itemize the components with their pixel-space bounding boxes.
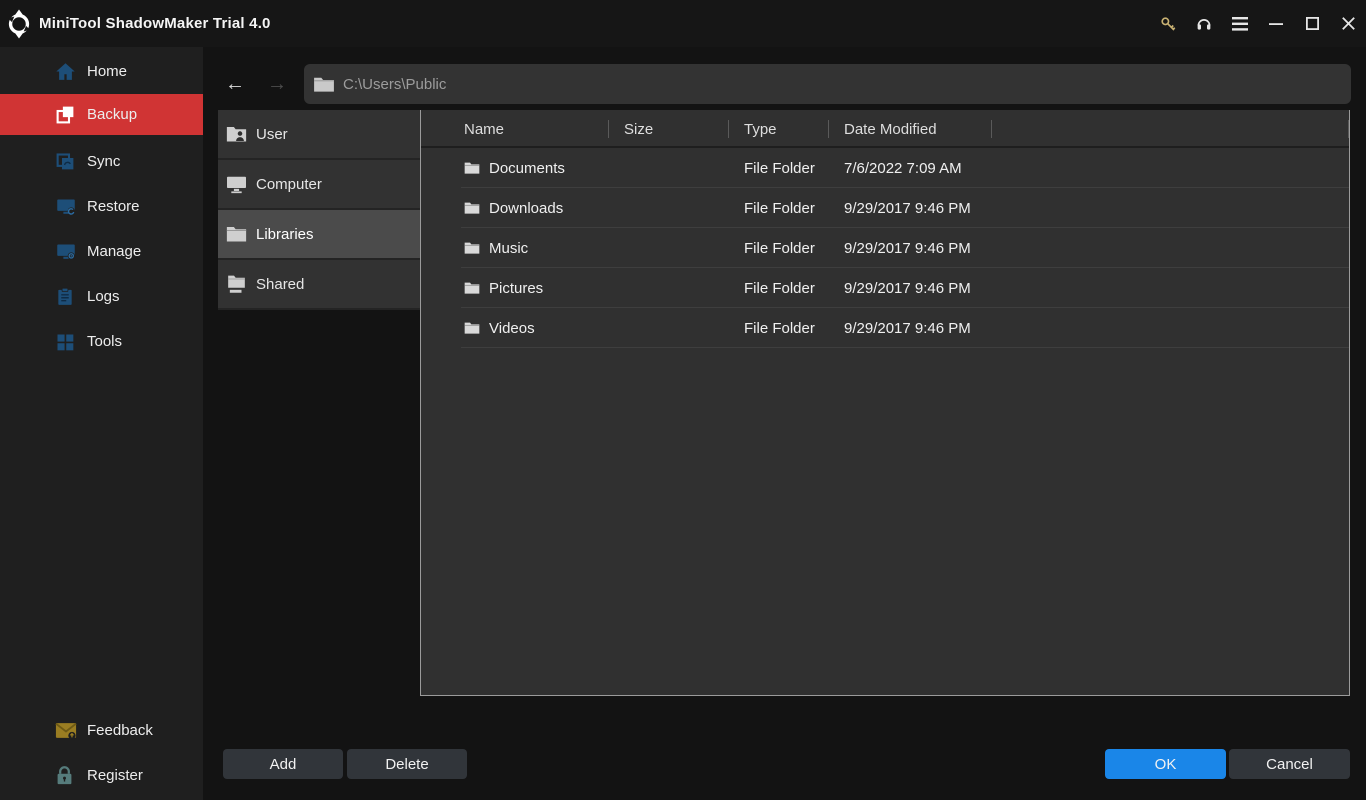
file-name: Music (489, 239, 529, 257)
sidebar-item-label: Home (87, 63, 128, 80)
backup-icon (55, 104, 77, 126)
column-header-date-modified[interactable]: Date Modified (829, 110, 992, 148)
column-header-name[interactable]: Name (421, 110, 609, 148)
feedback-icon (55, 719, 77, 741)
tree-item-label: Libraries (256, 225, 314, 243)
file-list-panel: Name Size Type Date Modified Documents F… (420, 110, 1350, 696)
sidebar-item-label: Manage (87, 243, 142, 260)
folder-icon (314, 77, 334, 92)
sidebar: Home Backup Sync Restore Manage Logs Too… (0, 47, 203, 800)
shared-icon (226, 274, 248, 294)
sidebar-item-label: Feedback (87, 721, 153, 739)
tools-icon (55, 331, 77, 353)
minimize-icon[interactable] (1258, 0, 1294, 47)
file-type: File Folder (744, 199, 815, 217)
key-icon[interactable] (1150, 0, 1186, 47)
sidebar-item-label: Restore (87, 198, 140, 215)
delete-button[interactable]: Delete (347, 749, 467, 779)
tree-item-label: Computer (256, 175, 322, 193)
add-button[interactable]: Add (223, 749, 343, 779)
file-date-modified: 7/6/2022 7:09 AM (844, 159, 962, 177)
close-icon[interactable] (1330, 0, 1366, 47)
sidebar-item-register[interactable]: Register (0, 753, 203, 797)
forward-arrow-icon[interactable]: → (259, 66, 295, 102)
folder-icon (464, 322, 480, 334)
title-bar: MiniTool ShadowMaker Trial 4.0 (0, 0, 1366, 47)
tree-item-shared[interactable]: Shared (218, 260, 420, 310)
restore-icon (55, 196, 77, 218)
folder-icon (464, 202, 480, 214)
sidebar-item-label: Tools (87, 333, 123, 350)
user-folder-icon (226, 124, 248, 144)
folder-icon (464, 282, 480, 294)
file-date-modified: 9/29/2017 9:46 PM (844, 199, 971, 217)
sidebar-item-home[interactable]: Home (0, 49, 203, 94)
file-date-modified: 9/29/2017 9:46 PM (844, 279, 971, 297)
sidebar-item-label: Backup (87, 106, 138, 123)
folder-icon (464, 242, 480, 254)
headset-icon[interactable] (1186, 0, 1222, 47)
home-icon (55, 61, 77, 83)
maximize-icon[interactable] (1294, 0, 1330, 47)
ok-button[interactable]: OK (1105, 749, 1226, 779)
sync-icon (55, 151, 77, 173)
file-row-downloads[interactable]: Downloads File Folder 9/29/2017 9:46 PM (421, 188, 1349, 228)
folder-icon (226, 224, 248, 244)
app-title: MiniTool ShadowMaker Trial 4.0 (39, 15, 271, 32)
file-type: File Folder (744, 319, 815, 337)
file-type: File Folder (744, 159, 815, 177)
sidebar-item-label: Sync (87, 153, 121, 170)
sidebar-item-tools[interactable]: Tools (0, 319, 203, 364)
tree-item-user[interactable]: User (218, 110, 420, 160)
path-bar[interactable]: C:\Users\Public (304, 64, 1351, 104)
file-row-pictures[interactable]: Pictures File Folder 9/29/2017 9:46 PM (421, 268, 1349, 308)
tree-item-label: Shared (256, 275, 305, 293)
file-type: File Folder (744, 279, 815, 297)
cancel-button[interactable]: Cancel (1229, 749, 1350, 779)
file-date-modified: 9/29/2017 9:46 PM (844, 319, 971, 337)
sidebar-item-label: Register (87, 766, 143, 784)
folder-icon (464, 162, 480, 174)
sidebar-item-restore[interactable]: Restore (0, 184, 203, 229)
sidebar-item-feedback[interactable]: Feedback (0, 708, 203, 752)
location-tree: User Computer Libraries Shared (218, 110, 420, 310)
file-row-music[interactable]: Music File Folder 9/29/2017 9:46 PM (421, 228, 1349, 268)
back-arrow-icon[interactable]: ← (217, 66, 253, 102)
path-text: C:\Users\Public (343, 75, 447, 93)
file-date-modified: 9/29/2017 9:46 PM (844, 239, 971, 257)
sidebar-item-label: Logs (87, 288, 120, 305)
computer-icon (226, 174, 248, 194)
sidebar-item-logs[interactable]: Logs (0, 274, 203, 319)
file-type: File Folder (744, 239, 815, 257)
titlebar-actions (1150, 0, 1366, 47)
menu-icon[interactable] (1222, 0, 1258, 47)
sidebar-item-backup[interactable]: Backup (0, 94, 203, 135)
sidebar-item-sync[interactable]: Sync (0, 139, 203, 184)
tree-item-libraries[interactable]: Libraries (218, 210, 420, 260)
file-name: Pictures (489, 279, 544, 297)
file-row-documents[interactable]: Documents File Folder 7/6/2022 7:09 AM (421, 148, 1349, 188)
sidebar-item-manage[interactable]: Manage (0, 229, 203, 274)
logs-icon (55, 286, 77, 308)
file-name: Videos (489, 319, 535, 337)
file-name: Documents (489, 159, 565, 177)
tree-item-computer[interactable]: Computer (218, 160, 420, 210)
app-window: MiniTool ShadowMaker Trial 4.0 Home Back… (0, 0, 1366, 800)
column-header-type[interactable]: Type (729, 110, 829, 148)
column-header-size[interactable]: Size (609, 110, 729, 148)
manage-icon (55, 241, 77, 263)
app-logo-icon (8, 8, 30, 39)
file-row-videos[interactable]: Videos File Folder 9/29/2017 9:46 PM (421, 308, 1349, 348)
register-icon (55, 764, 77, 786)
column-header-spacer (992, 110, 1349, 148)
tree-item-label: User (256, 125, 288, 143)
file-name: Downloads (489, 199, 564, 217)
file-list-header: Name Size Type Date Modified (421, 110, 1349, 148)
